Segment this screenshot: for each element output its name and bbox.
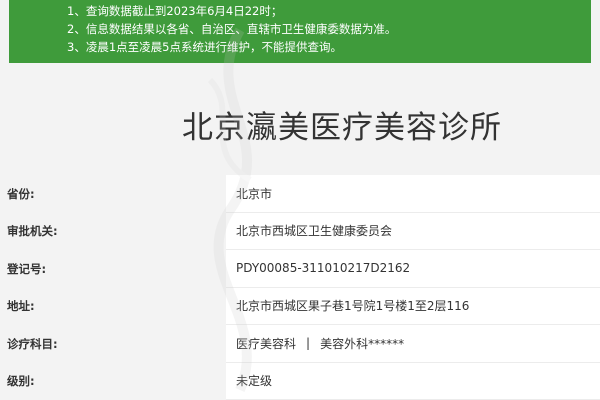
page-title: 北京瀛美医疗美容诊所: [182, 110, 502, 146]
field-label: 省份:: [0, 175, 226, 213]
field-label: 诊疗科目:: [0, 325, 226, 363]
field-value: 医疗美容科 | 美容外科******: [226, 325, 600, 363]
notice-line: 3、凌晨1点至凌晨5点系统进行维护，不能提供查询。: [67, 40, 342, 54]
field-label: 级别:: [0, 362, 226, 400]
field-value: 北京市西城区果子巷1号院1号楼1至2层116: [226, 287, 600, 325]
table-row: 审批机关: 北京市西城区卫生健康委员会: [0, 212, 600, 250]
field-label: 地址:: [0, 287, 226, 325]
field-value: PDY00085-311010217D2162: [226, 250, 600, 288]
notice-line: 1、查询数据截止到2023年6月4日22时；: [67, 4, 283, 18]
department-item: 美容外科******: [320, 336, 405, 351]
table-row: 诊疗科目: 医疗美容科 | 美容外科******: [0, 325, 600, 363]
table-row: 地址: 北京市西城区果子巷1号院1号楼1至2层116: [0, 287, 600, 325]
table-row: 登记号: PDY00085-311010217D2162: [0, 250, 600, 288]
field-label: 审批机关:: [0, 212, 226, 250]
separator: |: [306, 336, 311, 351]
field-value: 北京市: [226, 175, 600, 213]
notice-banner: 1、查询数据截止到2023年6月4日22时； 2、信息数据结果以各省、自治区、直…: [9, 0, 591, 63]
field-label: 登记号:: [0, 250, 226, 288]
info-table: 省份: 北京市 审批机关: 北京市西城区卫生健康委员会 登记号: PDY0008…: [0, 175, 600, 400]
table-row: 级别: 未定级: [0, 362, 600, 400]
field-value: 未定级: [226, 362, 600, 400]
field-value: 北京市西城区卫生健康委员会: [226, 212, 600, 250]
notice-line: 2、信息数据结果以各省、自治区、直辖市卫生健康委数据为准。: [67, 22, 397, 36]
page-title-container: 北京瀛美医疗美容诊所: [0, 102, 600, 147]
table-row: 省份: 北京市: [0, 175, 600, 213]
department-item: 医疗美容科: [236, 336, 297, 351]
